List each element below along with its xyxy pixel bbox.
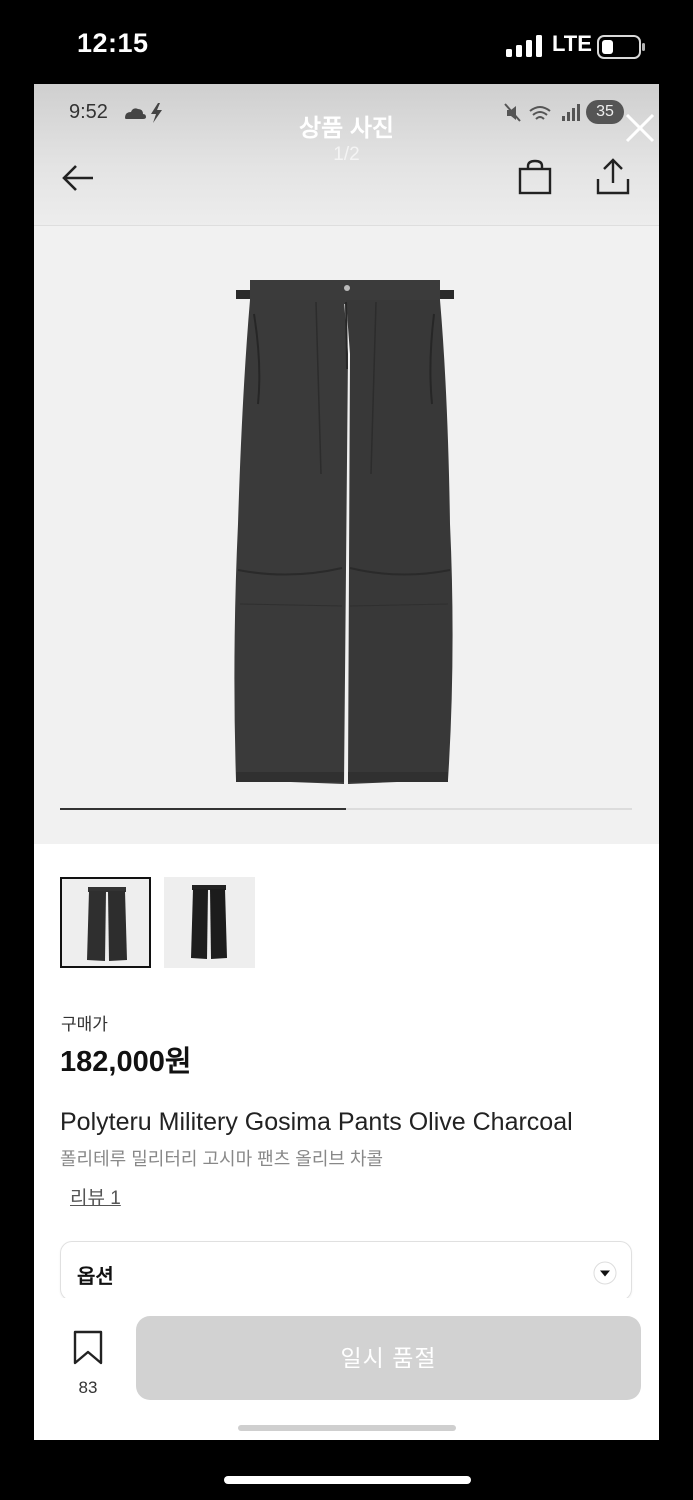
home-indicator <box>224 1476 471 1484</box>
thumbnail-2[interactable] <box>164 877 255 968</box>
review-link[interactable]: 리뷰 1 <box>70 1183 121 1210</box>
wishlist-button[interactable]: 83 <box>68 1330 108 1400</box>
product-photo[interactable] <box>220 274 470 794</box>
close-button[interactable] <box>624 112 656 144</box>
photo-counter: 1/2 <box>333 144 360 165</box>
chevron-down-icon <box>593 1261 617 1285</box>
gallery-area: 9:52 35 상품 사진 1/2 <box>34 84 659 844</box>
wishlist-count: 83 <box>78 1378 98 1397</box>
network-type: LTE <box>552 31 592 56</box>
buy-button-disabled[interactable]: 일시 품절 <box>136 1316 641 1400</box>
inner-home-indicator <box>238 1425 456 1431</box>
battery-icon <box>597 35 647 64</box>
thumbnail-1[interactable] <box>60 877 151 968</box>
product-name-english: Polyteru Militery Gosima Pants Olive Cha… <box>60 1108 573 1136</box>
photo-viewer-header: 9:52 35 상품 사진 1/2 <box>34 84 659 226</box>
option-label: 옵션 <box>77 1266 114 1288</box>
product-name-korean: 폴리테루 밀리터리 고시마 팬츠 올리브 차콜 <box>60 1149 384 1169</box>
share-icon <box>596 158 630 195</box>
bookmark-icon <box>73 1330 103 1365</box>
gallery-progress-fill <box>60 808 346 810</box>
thumbnail-pants-image <box>87 887 127 961</box>
outer-clock: 12:15 <box>77 28 149 58</box>
cart-button[interactable] <box>516 158 554 196</box>
price-label: 구매가 <box>61 1015 108 1034</box>
option-select[interactable]: 옵션 <box>60 1241 632 1301</box>
share-button[interactable] <box>594 157 632 197</box>
pants-image <box>234 280 454 784</box>
thumbnail-pants-image <box>191 885 227 959</box>
gallery-progress <box>60 808 632 810</box>
page-title: 상품 사진 <box>299 115 394 142</box>
bottom-action-bar: 83 일시 품절 <box>34 1298 659 1440</box>
back-button[interactable] <box>60 160 96 196</box>
back-arrow-icon <box>62 165 93 191</box>
signal-bars-icon <box>506 35 544 62</box>
shopping-bag-icon <box>518 159 552 195</box>
price: 182,000원 <box>60 1046 192 1078</box>
close-icon <box>625 113 655 143</box>
app-screen: 9:52 35 상품 사진 1/2 구매가 182,000원 Polyteru … <box>34 84 659 1440</box>
outer-status-bar: 12:15 LTE <box>0 0 693 84</box>
